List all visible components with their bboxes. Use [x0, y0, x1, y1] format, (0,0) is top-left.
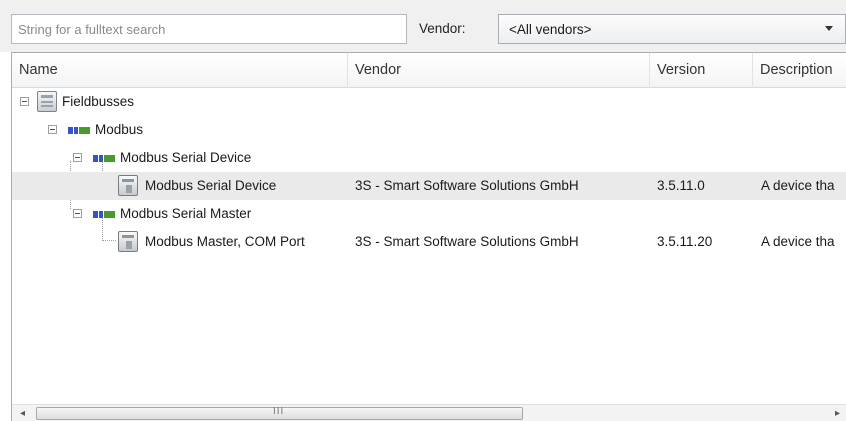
tree-body: Fieldbusses Modbus Modbus Serial Device … — [12, 88, 846, 395]
description-cell: A device tha — [761, 178, 835, 193]
column-header-version[interactable]: Version — [650, 53, 753, 88]
vendor-selected-value: <All vendors> — [509, 22, 592, 37]
version-cell: 3.5.11.20 — [657, 234, 713, 249]
column-header-vendor[interactable]: Vendor — [348, 53, 650, 88]
fieldbus-icon — [68, 127, 90, 134]
tree-node-label: Fieldbusses — [62, 94, 135, 109]
chevron-down-icon[interactable] — [825, 26, 833, 31]
tree-node-modbus-serial-device-group[interactable]: Modbus Serial Device — [12, 144, 846, 172]
column-header-row: Name Vendor Version Description — [12, 53, 846, 88]
vendor-label: Vendor: — [419, 21, 466, 36]
tree-node-label: Modbus Serial Device — [145, 178, 277, 193]
vendor-cell: 3S - Smart Software Solutions GmbH — [355, 178, 579, 193]
filter-toolbar: Vendor: <All vendors> — [0, 0, 846, 52]
column-header-name[interactable]: Name — [12, 53, 348, 88]
grip-icon: III — [273, 406, 285, 417]
collapse-toggle[interactable] — [20, 97, 29, 106]
fulltext-search-input[interactable] — [11, 14, 407, 44]
fieldbus-icon — [93, 211, 115, 218]
tree-node-fieldbusses[interactable]: Fieldbusses — [12, 88, 846, 116]
device-icon — [118, 231, 138, 252]
scroll-right-arrow-icon[interactable]: ▸ — [829, 405, 846, 421]
tree-node-modbus-master-com-port[interactable]: Modbus Master, COM Port 3S - Smart Softw… — [12, 228, 846, 256]
tree-node-modbus-serial-device[interactable]: Modbus Serial Device 3S - Smart Software… — [12, 172, 846, 200]
description-cell: A device tha — [761, 234, 835, 249]
tree-node-modbus[interactable]: Modbus — [12, 116, 846, 144]
vendor-dropdown[interactable]: <All vendors> — [498, 14, 846, 44]
scroll-left-arrow-icon[interactable]: ◂ — [14, 405, 31, 421]
tree-node-label: Modbus — [95, 122, 144, 137]
device-tree-view: Name Vendor Version Description Fieldbus… — [11, 52, 846, 421]
folder-icon — [37, 91, 57, 112]
collapse-toggle[interactable] — [73, 209, 82, 218]
device-icon — [118, 175, 138, 196]
tree-node-modbus-serial-master-group[interactable]: Modbus Serial Master — [12, 200, 846, 228]
vendor-cell: 3S - Smart Software Solutions GmbH — [355, 234, 579, 249]
fieldbus-icon — [93, 155, 115, 162]
scrollbar-thumb[interactable]: III — [36, 406, 523, 420]
column-header-description[interactable]: Description — [753, 53, 846, 88]
version-cell: 3.5.11.0 — [657, 178, 705, 193]
collapse-toggle[interactable] — [48, 125, 57, 134]
tree-node-label: Modbus Serial Device — [120, 150, 252, 165]
tree-node-label: Modbus Master, COM Port — [145, 234, 305, 249]
collapse-toggle[interactable] — [73, 153, 82, 162]
tree-node-label: Modbus Serial Master — [120, 206, 252, 221]
horizontal-scrollbar[interactable]: ◂ III ▸ — [12, 404, 846, 421]
